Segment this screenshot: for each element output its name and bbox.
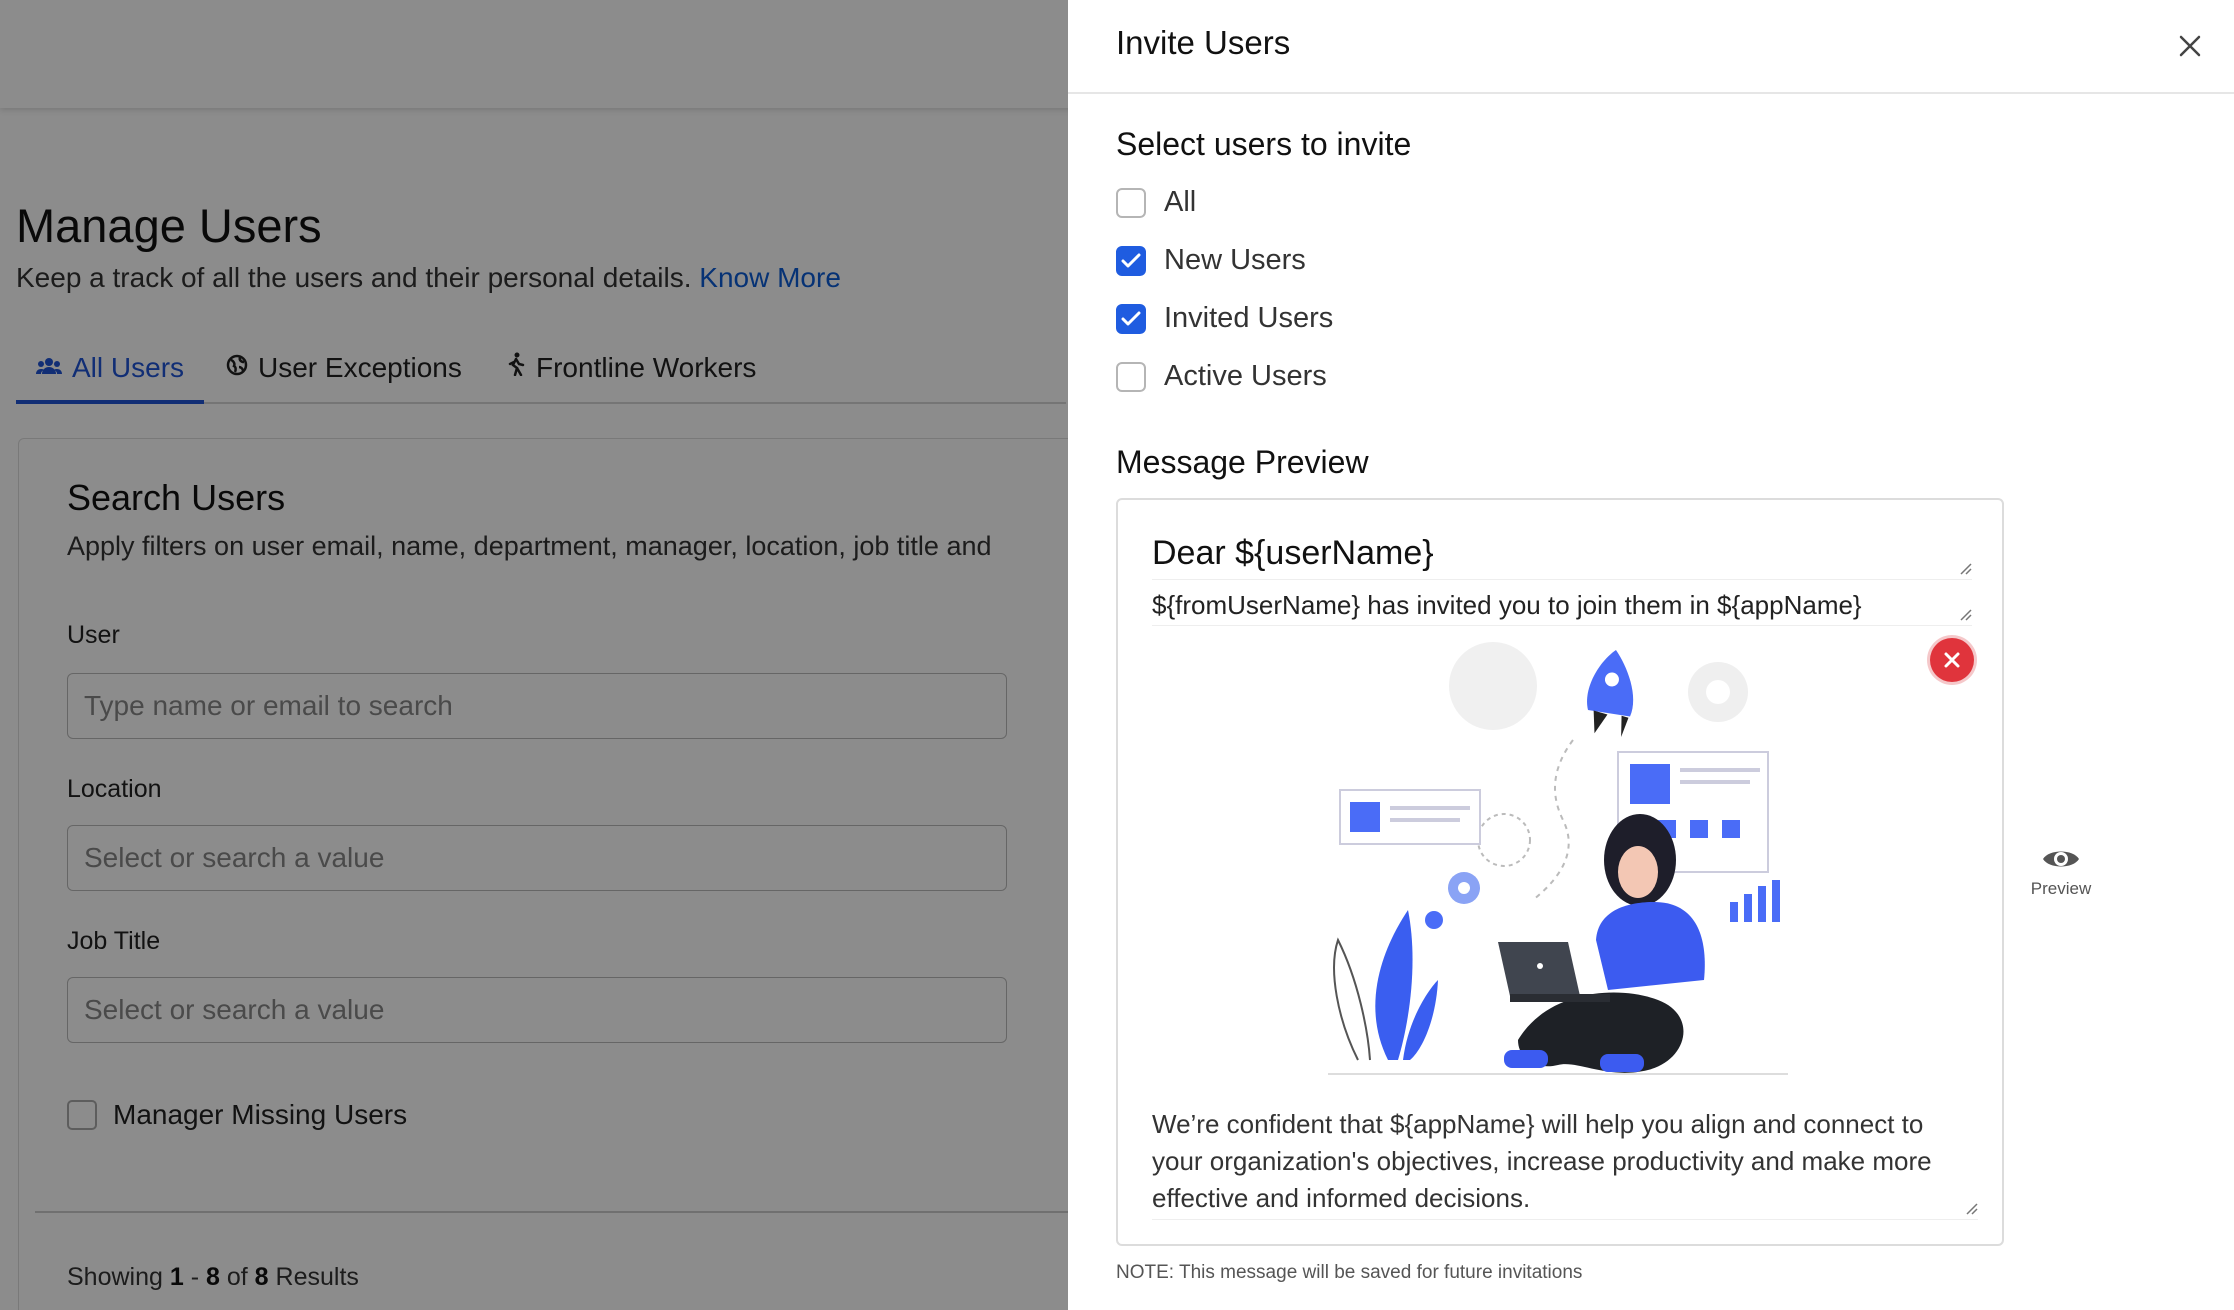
resize-handle-icon[interactable]: [1956, 559, 1972, 575]
option-new-users-label: New Users: [1164, 244, 1306, 276]
save-note: NOTE: This message will be saved for fut…: [1116, 1262, 1583, 1283]
select-users-title: Select users to invite: [1116, 126, 1412, 162]
resize-handle-icon[interactable]: [1956, 605, 1972, 621]
checkbox-all[interactable]: [1116, 187, 1146, 218]
drawer-header: Invite Users: [1068, 0, 2234, 94]
checkbox-active-users[interactable]: [1116, 361, 1146, 392]
option-invited-users[interactable]: Invited Users: [1116, 302, 1333, 335]
checkbox-invited-users[interactable]: [1116, 303, 1146, 334]
option-invited-users-label: Invited Users: [1164, 302, 1334, 334]
modal-overlay[interactable]: [0, 0, 1068, 1310]
body-text: We’re confident that ${appName} will hel…: [1152, 1109, 1932, 1213]
message-preview-box: Dear ${userName} ${fromUserName} has inv…: [1116, 498, 2004, 1246]
remove-image-button[interactable]: [1930, 638, 1974, 682]
drawer-title: Invite Users: [1116, 24, 1291, 61]
option-active-users-label: Active Users: [1164, 360, 1327, 392]
greeting-textarea[interactable]: Dear ${userName}: [1152, 534, 1972, 580]
intro-text: ${fromUserName} has invited you to join …: [1152, 590, 1862, 620]
greeting-text: Dear ${userName}: [1152, 534, 1434, 572]
preview-button[interactable]: Preview: [2016, 846, 2106, 899]
intro-textarea[interactable]: ${fromUserName} has invited you to join …: [1152, 590, 1972, 626]
option-active-users[interactable]: Active Users: [1116, 360, 1327, 393]
close-icon[interactable]: [2170, 26, 2210, 66]
body-textarea[interactable]: We’re confident that ${appName} will hel…: [1152, 1106, 1978, 1220]
resize-handle-icon[interactable]: [1962, 1199, 1978, 1215]
invite-illustration: [1328, 642, 1788, 1075]
checkbox-new-users[interactable]: [1116, 245, 1146, 276]
option-all[interactable]: All: [1116, 186, 1196, 219]
preview-label: Preview: [2030, 879, 2092, 898]
message-preview-title: Message Preview: [1116, 444, 1369, 480]
eye-icon: [2043, 851, 2079, 867]
close-icon: [1944, 652, 1960, 668]
checkmark-icon: [1121, 253, 1141, 267]
checkmark-icon: [1121, 311, 1141, 325]
option-all-label: All: [1164, 186, 1197, 218]
option-new-users[interactable]: New Users: [1116, 244, 1306, 277]
invite-users-drawer: Invite Users Select users to invite All …: [1068, 0, 2234, 1310]
